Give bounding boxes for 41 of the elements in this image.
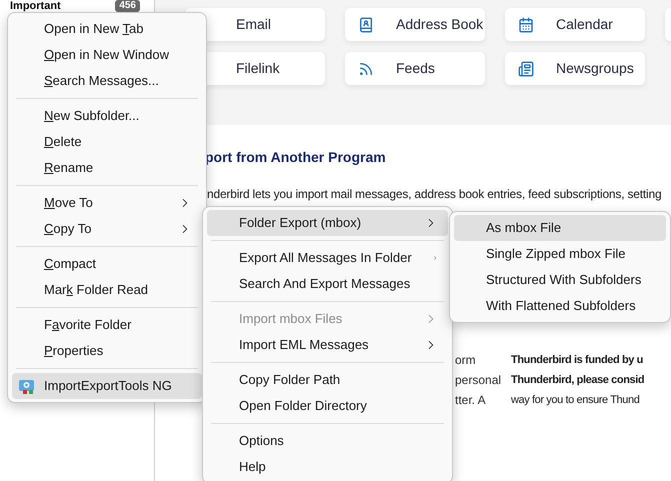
hub-tile[interactable]: Address Book	[345, 8, 485, 41]
funding-text: Thunderbird, please consid	[511, 373, 644, 388]
body-text: personal	[455, 372, 502, 389]
calendar-icon	[518, 16, 534, 32]
address-book-icon	[358, 16, 374, 32]
menu-item[interactable]: ImportExportTools NG	[12, 373, 202, 399]
menu-item[interactable]: Properties	[12, 338, 202, 364]
folder-name: Important	[10, 0, 62, 12]
menu-item[interactable]: Export All Messages In Folder	[207, 245, 448, 271]
menu-item[interactable]: Search And Export Messages	[207, 271, 448, 297]
menu-item[interactable]: Help	[207, 454, 448, 480]
menu-item[interactable]: Rename	[12, 155, 202, 181]
menu-item[interactable]: New Subfolder...	[12, 103, 202, 129]
menu-item[interactable]: Structured With Subfolders	[454, 267, 666, 293]
menu-item[interactable]: Copy Folder Path	[207, 367, 448, 393]
funding-text: way for you to ensure Thund	[511, 393, 640, 408]
funding-text: Thunderbird is funded by u	[511, 353, 644, 368]
hub-tile[interactable]: Newsgroups	[505, 52, 645, 85]
newspaper-icon	[518, 60, 534, 76]
menu-item[interactable]: Compact	[12, 251, 202, 277]
unread-count: 456	[115, 0, 140, 12]
menu-item[interactable]: Single Zipped mbox File	[454, 241, 666, 267]
menu-item[interactable]: Mark Folder Read	[12, 277, 202, 303]
menu-item[interactable]: Delete	[12, 129, 202, 155]
menu-item[interactable]: With Flattened Subfolders	[454, 293, 666, 319]
body-text: tter. A	[455, 392, 487, 409]
menu-item[interactable]: Open Folder Directory	[207, 393, 448, 419]
menu-item[interactable]: Folder Export (mbox)	[207, 210, 448, 236]
intro-text: nderbird lets you import mail messages, address book entries, feed subscriptions, setting	[207, 186, 662, 203]
menu-item[interactable]: Options	[207, 428, 448, 454]
body-text: orm	[455, 352, 477, 369]
menu-item[interactable]: Import EML Messages	[207, 332, 448, 358]
menu-item[interactable]: Copy To	[12, 216, 202, 242]
hub-tile[interactable]: Calendar	[505, 8, 645, 41]
hub-tile[interactable]: Feeds	[345, 52, 485, 85]
feed-icon	[358, 60, 374, 76]
folder-item[interactable]: Important 456	[10, 0, 154, 12]
menu-item[interactable]: Favorite Folder	[12, 312, 202, 338]
menu-item[interactable]: As mbox File	[454, 215, 666, 241]
envelope-gear-icon	[18, 377, 36, 395]
menu-item[interactable]: Move To	[12, 190, 202, 216]
